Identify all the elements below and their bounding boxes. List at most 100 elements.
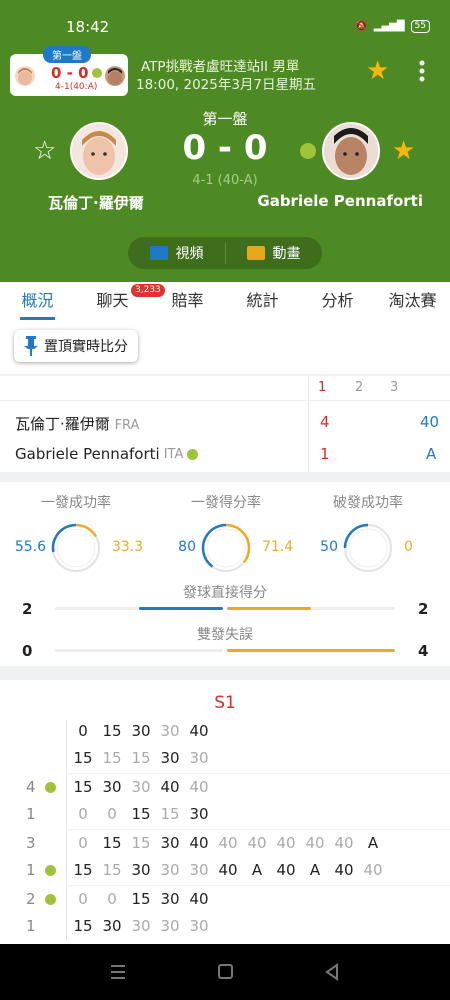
player2-name[interactable]: Gabriele Pennaforti [257, 192, 423, 210]
video-label: 視頻 [175, 246, 204, 262]
video-button[interactable]: 視頻 [128, 237, 225, 269]
tab-overview[interactable]: 概況 [0, 282, 75, 320]
point-score: 15 [160, 805, 180, 823]
tab-analysis[interactable]: 分析 [300, 282, 375, 320]
stat-label: 一發得分率 [191, 495, 261, 511]
pin-section: 置頂實時比分 [0, 320, 450, 374]
bar-right-fill [227, 607, 311, 610]
player2-set1: 1 [320, 445, 330, 463]
point-score: 30 [131, 861, 151, 879]
point-score: 30 [189, 861, 209, 879]
bar-left-fill [139, 607, 223, 610]
favorite-star-icon[interactable]: ★ [366, 58, 389, 84]
stat-right-value: 33.3 [112, 539, 144, 555]
player1-name[interactable]: 瓦倫丁·羅伊爾 [48, 192, 144, 213]
point-score: 30 [131, 722, 151, 740]
set-label: 第一盤 [202, 110, 248, 128]
row-name: 瓦倫丁·羅伊爾 [15, 415, 110, 433]
point-score: 30 [160, 861, 180, 879]
tab-stats[interactable]: 統計 [225, 282, 300, 320]
stat-label: 一發成功率 [41, 495, 111, 511]
point-score: 30 [160, 749, 180, 767]
stat-ring [342, 522, 394, 574]
scoreboard: 1 2 3 瓦倫丁·羅伊爾 FRA 4 40 Gabriele Pennafor… [0, 376, 450, 472]
games-count: 2 [26, 890, 36, 908]
stat-left-value: 50 [320, 539, 338, 555]
player2-row-name[interactable]: Gabriele Pennaforti ITA [15, 445, 199, 463]
mini-set-tag: 第一盤 [43, 46, 91, 63]
tab-chat-label: 聊天 [96, 291, 129, 310]
stats-card: 一發成功率 55.6 33.3 一發得分率 80 71.4 破發成功率 50 0 發球直接得分 2… [0, 482, 450, 666]
point-score: 15 [102, 861, 122, 879]
game-won-icon [45, 894, 56, 905]
animation-button[interactable]: 動畫 [225, 237, 322, 269]
point-score: 15 [73, 917, 93, 935]
games-count: 1 [26, 861, 36, 879]
player1-mini-avatar [15, 66, 35, 86]
ring-inner [348, 528, 388, 568]
point-score: 30 [102, 778, 122, 796]
point-score: 15 [102, 749, 122, 767]
bar-right-value: 4 [418, 642, 429, 660]
set1-header: 1 [318, 380, 327, 395]
match-datetime: 18:00, 2025年3月7日星期五 [136, 77, 317, 93]
tab-knockout[interactable]: 淘汰賽 [375, 282, 450, 320]
point-score: 30 [131, 778, 151, 796]
stat-right-value: 71.4 [262, 539, 294, 555]
row-country: FRA [114, 418, 140, 433]
set-title: S1 [214, 693, 236, 713]
more-menu-icon[interactable] [416, 58, 428, 84]
point-score: 0 [107, 890, 117, 908]
back-icon[interactable] [325, 963, 339, 981]
serving-ball-icon [187, 448, 199, 460]
ring-left-arc [201, 523, 251, 573]
point-score: 0 [78, 890, 88, 908]
point-score: 0 [78, 834, 88, 852]
bar-left-value: 0 [22, 642, 33, 660]
point-score: 15 [73, 861, 93, 879]
point-score: 40 [276, 834, 296, 852]
recent-apps-icon[interactable] [110, 962, 126, 982]
player1-set1: 4 [320, 413, 330, 431]
point-score: 30 [189, 805, 209, 823]
video-icon [149, 246, 168, 260]
point-score: 40 [160, 778, 180, 796]
point-score: 40 [276, 861, 296, 879]
stat-label: 破發成功率 [333, 495, 403, 511]
ring-inner [56, 528, 96, 568]
point-score: 15 [102, 834, 122, 852]
point-score: 30 [189, 917, 209, 935]
stat-left-value: 80 [178, 539, 196, 555]
battery-icon: 55 [410, 20, 430, 33]
mini-score: 0 - 0 [51, 64, 89, 82]
point-score: 40 [189, 722, 209, 740]
point-score: 40 [247, 834, 267, 852]
point-score: 40 [218, 834, 238, 852]
set2-header: 2 [355, 380, 364, 395]
point-score: 0 [78, 722, 88, 740]
point-score: 30 [160, 890, 180, 908]
divider [308, 376, 309, 472]
home-icon[interactable] [218, 964, 233, 979]
point-score: 30 [160, 834, 180, 852]
pin-live-score-button[interactable]: 置頂實時比分 [14, 330, 138, 362]
point-score: A [367, 834, 379, 852]
point-by-point: S1 0 15 30 30 40 15 15 15 30 30 4 15 30 30 40 40 1 0 0 15 15… [0, 680, 450, 944]
tab-odds[interactable]: 賠率 [150, 282, 225, 320]
system-nav-bar [0, 944, 450, 1000]
bar-track-left [55, 649, 223, 652]
mini-scorecard[interactable]: 第一盤 0 - 0 4-1(40:A) [10, 46, 128, 96]
tab-chat[interactable]: 聊天 3,233 [75, 282, 165, 320]
stat-right-value: 0 [404, 539, 413, 555]
point-score: 30 [160, 722, 180, 740]
point-score: 30 [189, 749, 209, 767]
point-score: 40 [189, 890, 209, 908]
pin-icon [24, 336, 38, 356]
games-count: 1 [26, 917, 36, 935]
point-score: 30 [102, 917, 122, 935]
divider [66, 829, 450, 830]
player1-row-name[interactable]: 瓦倫丁·羅伊爾 FRA [15, 413, 139, 434]
bar-right-fill [227, 649, 395, 652]
point-score: 0 [78, 805, 88, 823]
point-score: 15 [73, 778, 93, 796]
